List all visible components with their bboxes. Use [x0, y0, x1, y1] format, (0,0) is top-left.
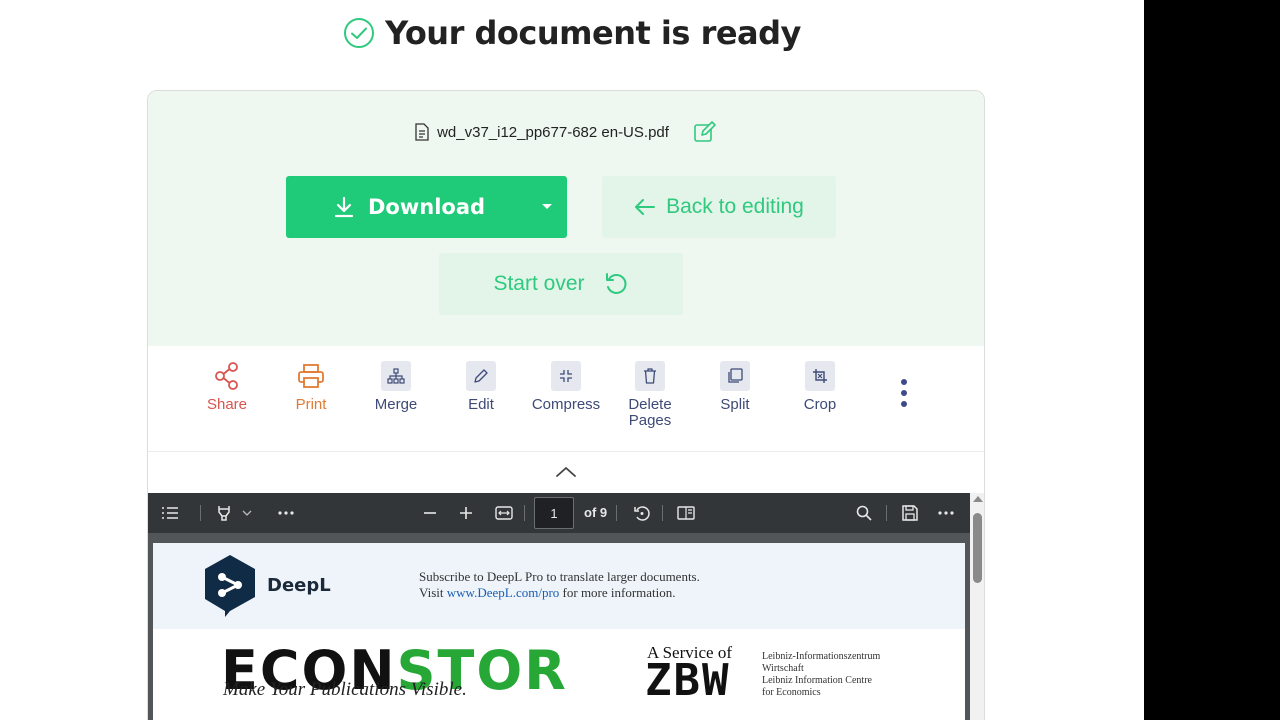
file-name: wd_v37_i12_pp677-682 en-US.pdf	[437, 123, 669, 141]
file-name-row: wd_v37_i12_pp677-682 en-US.pdf	[148, 121, 984, 143]
printer-icon	[296, 361, 326, 391]
search-icon[interactable]	[852, 501, 876, 525]
leibniz-line: Leibniz-Informationszentrum	[762, 651, 881, 662]
tools-row: Share Print Merge Edit Compress Delete P…	[148, 361, 984, 451]
tool-label: Merge	[374, 396, 418, 413]
dot-icon	[901, 401, 907, 407]
two-page-view-icon[interactable]	[674, 501, 698, 525]
back-to-editing-button[interactable]: Back to editing	[602, 176, 836, 238]
pdf-page: DeepL Subscribe to DeepL Pro to translat…	[153, 543, 965, 720]
save-icon[interactable]	[898, 501, 922, 525]
econstor-tagline: Make Your Publications Visible.	[223, 679, 467, 700]
zbw-logo: ZBW	[645, 655, 731, 706]
trash-icon	[635, 361, 665, 391]
rotate-icon[interactable]	[630, 501, 654, 525]
tool-label: Share	[206, 396, 248, 413]
page-title: Your document is ready	[0, 14, 1144, 52]
scroll-up-arrow-icon[interactable]	[973, 496, 983, 502]
tool-crop[interactable]: Crop	[780, 361, 860, 413]
fit-width-icon[interactable]	[492, 501, 516, 525]
caret-down-icon	[542, 204, 552, 209]
compress-icon	[551, 361, 581, 391]
download-options-dropdown[interactable]	[527, 203, 567, 211]
card-actions-area: wd_v37_i12_pp677-682 en-US.pdf Download	[148, 91, 984, 346]
leibniz-line: Leibniz Information Centre	[762, 675, 872, 686]
deepl-link[interactable]: www.DeepL.com/pro	[447, 585, 560, 600]
viewer-scrollbar[interactable]	[970, 493, 984, 720]
tool-label: Crop	[803, 396, 837, 413]
chevron-down-icon[interactable]	[240, 501, 254, 525]
tool-compress[interactable]: Compress	[526, 361, 606, 413]
download-icon	[334, 196, 354, 218]
toolbar-separator	[886, 505, 887, 521]
black-sidebar	[1144, 0, 1280, 720]
rename-icon[interactable]	[693, 121, 717, 143]
tool-label: Print	[295, 396, 327, 413]
highlighter-icon[interactable]	[212, 501, 236, 525]
document-icon	[415, 123, 429, 141]
collapse-chevron-icon[interactable]	[553, 463, 579, 481]
download-label: Download	[368, 195, 486, 219]
dot-icon	[901, 379, 907, 385]
page-heading: Your document is ready	[385, 14, 801, 52]
deepl-line-2: Visit www.DeepL.com/pro for more informa…	[419, 585, 700, 601]
page-count: of 9	[584, 505, 608, 520]
zoom-out-icon[interactable]	[418, 501, 442, 525]
tool-share[interactable]: Share	[187, 361, 267, 413]
pdf-viewer: 1 of 9 DeepL Subscribe to DeepL Pro to t…	[148, 493, 970, 720]
download-button[interactable]: Download	[286, 176, 567, 238]
tool-label: Compress	[531, 396, 601, 413]
deepl-logo: DeepL	[203, 553, 331, 617]
deepl-line-2-prefix: Visit	[419, 585, 447, 600]
deepl-line-1: Subscribe to DeepL Pro to translate larg…	[419, 569, 700, 584]
crop-icon	[805, 361, 835, 391]
tool-merge[interactable]: Merge	[356, 361, 436, 413]
deepl-line-2-suffix: for more information.	[559, 585, 676, 600]
check-circle-icon	[344, 18, 375, 48]
pencil-icon	[466, 361, 496, 391]
deepl-notice: Subscribe to DeepL Pro to translate larg…	[419, 569, 700, 601]
deepl-wordmark: DeepL	[267, 574, 331, 596]
tool-label: Edit	[468, 396, 494, 413]
deepl-logo-icon	[205, 555, 255, 617]
leibniz-line: for Economics	[762, 687, 821, 698]
deepl-banner: DeepL Subscribe to DeepL Pro to translat…	[153, 543, 965, 629]
outline-icon[interactable]	[158, 501, 182, 525]
tool-split[interactable]: Split	[695, 361, 775, 413]
download-main[interactable]: Download	[286, 195, 527, 219]
more-options-icon[interactable]	[274, 501, 298, 525]
start-over-button[interactable]: Start over	[439, 253, 683, 315]
pdf-toolbar: 1 of 9	[148, 493, 970, 533]
more-tools-button[interactable]	[892, 379, 916, 419]
tool-print[interactable]: Print	[271, 361, 351, 413]
scrollbar-thumb[interactable]	[973, 513, 982, 583]
tool-label: Split	[720, 396, 750, 413]
leibniz-line: Wirtschaft	[762, 663, 804, 674]
result-card: wd_v37_i12_pp677-682 en-US.pdf Download	[147, 90, 985, 720]
restart-icon	[605, 273, 626, 294]
more-actions-icon[interactable]	[934, 501, 958, 525]
start-over-label: Start over	[493, 272, 585, 295]
toolbar-separator	[662, 505, 663, 521]
dot-icon	[901, 390, 907, 396]
merge-icon	[381, 361, 411, 391]
toolbar-separator	[616, 505, 617, 521]
zoom-in-icon[interactable]	[454, 501, 478, 525]
back-label: Back to editing	[666, 195, 804, 218]
tool-label: Delete Pages	[628, 396, 672, 429]
split-icon	[720, 361, 750, 391]
tool-delete-pages[interactable]: Delete Pages	[610, 361, 690, 429]
divider	[148, 451, 984, 452]
arrow-left-icon	[635, 199, 656, 215]
toolbar-separator	[524, 505, 525, 521]
leibniz-text: Leibniz-Informationszentrum Wirtschaft L…	[762, 651, 880, 699]
page-number-input[interactable]: 1	[534, 497, 574, 529]
share-icon	[212, 361, 242, 391]
tool-edit[interactable]: Edit	[441, 361, 521, 413]
toolbar-separator	[200, 505, 201, 521]
